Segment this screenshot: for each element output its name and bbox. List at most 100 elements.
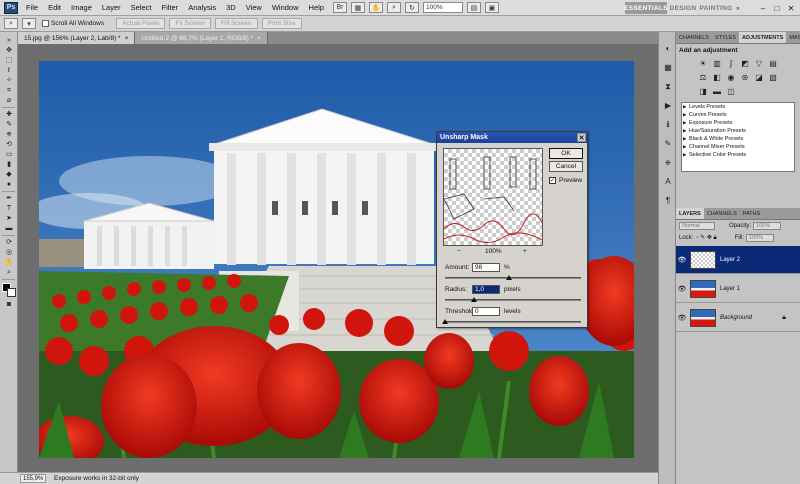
3d-orbit-icon[interactable]: ◎ [2,248,16,257]
opacity-input[interactable]: 100% [753,222,782,230]
preview-option[interactable]: ✓ Preview [549,177,582,184]
path-selection-icon[interactable]: ➤ [2,214,16,223]
pen-tool-icon[interactable]: ✒ [2,194,16,203]
paragraph-panel-icon[interactable]: ¶ [662,196,674,207]
ok-button[interactable]: OK [549,148,583,159]
hand-tool-icon[interactable]: ✋ [2,258,16,267]
menu-layer[interactable]: Layer [97,3,126,12]
layer-row-layer-2[interactable]: 👁︎ Layer 2 [676,246,800,274]
threshold-slider[interactable] [442,319,581,324]
curves-icon[interactable]: ∫ [726,59,736,69]
amount-slider-handle[interactable] [505,275,512,280]
exposure-icon[interactable]: ◩ [740,59,750,69]
channel-mixer-icon[interactable]: ⊛ [740,73,750,83]
background-color[interactable] [7,288,16,297]
tab-masks[interactable]: MASKS [786,32,800,43]
tool-preset-icon[interactable]: ▾ [22,18,36,29]
actual-pixels-button[interactable]: Actual Pixels [116,18,166,29]
dodge-tool-icon[interactable]: ● [2,180,16,189]
threshold-slider-handle[interactable] [442,319,448,324]
fill-screen-button[interactable]: Fill Screen [214,18,258,29]
menu-help[interactable]: Help [304,3,329,12]
marquee-tool-icon[interactable]: ⬚ [2,56,16,65]
fill-input[interactable]: 100% [746,234,775,242]
vibrance-icon[interactable]: ▽ [754,59,764,69]
photo-filter-icon[interactable]: ◉ [726,73,736,83]
tab-styles[interactable]: STYLES [712,32,739,43]
tab-document-2[interactable]: Untitled-2 @ 66,7% (Layer 1, RGB/8) * × [135,32,268,44]
preset-item[interactable]: Hue/Saturation Presets [682,127,794,135]
zoom-level-select[interactable]: 100% [422,2,463,13]
threshold-input[interactable]: 0 [472,307,500,316]
menu-3d[interactable]: 3D [221,3,241,12]
3d-rotate-icon[interactable]: ⟳ [2,238,16,247]
menu-select[interactable]: Select [126,3,157,12]
minimize-icon[interactable]: – [758,3,768,13]
cancel-button[interactable]: Cancel [549,161,583,172]
radius-slider[interactable] [445,297,581,302]
history-panel-icon[interactable]: ⧗ [662,82,674,93]
type-tool-icon[interactable]: T [2,204,16,213]
hue-saturation-icon[interactable]: ▤ [768,59,778,69]
clone-source-icon[interactable]: ⎈ [662,158,674,169]
tab-channels[interactable]: CHANNELS [676,32,712,43]
close-icon[interactable]: ✕ [786,3,796,13]
blur-tool-icon[interactable]: ◆ [2,170,16,179]
lasso-tool-icon[interactable]: ℓ [2,66,16,75]
tab-paths[interactable]: PATHS [740,208,764,219]
info-panel-icon[interactable]: ℹ [662,120,674,131]
bridge-icon[interactable]: Br [332,2,347,13]
color-balance-icon[interactable]: ⚖ [698,73,708,83]
menu-file[interactable]: File [21,3,43,12]
zoom-in-button[interactable]: + [523,248,527,255]
preset-item[interactable]: Curves Presets [682,111,794,119]
brushes-panel-icon[interactable]: ✎ [662,139,674,150]
layer-row-layer-1[interactable]: 👁︎ Layer 1 [676,275,800,303]
gradient-icon[interactable]: ▮ [2,160,16,169]
menu-analysis[interactable]: Analysis [183,3,221,12]
workspace-essentials[interactable]: ESSENTIALS [624,2,668,14]
status-zoom-field[interactable]: 155,9% [20,474,46,483]
menu-image[interactable]: Image [66,3,97,12]
preset-item[interactable]: Black & White Presets [682,135,794,143]
invert-icon[interactable]: ◪ [754,73,764,83]
amount-slider[interactable] [445,275,581,280]
move-tool-icon[interactable]: ✥ [2,46,16,55]
preset-item[interactable]: Selective Color Presets [682,151,794,159]
menu-view[interactable]: View [241,3,267,12]
grid-icon[interactable]: ▦ [350,2,365,13]
preset-item[interactable]: Channel Mixer Presets [682,143,794,151]
filter-preview[interactable] [443,148,543,246]
actions-panel-icon[interactable]: ▶ [662,101,674,112]
brightness-contrast-icon[interactable]: ☀ [698,59,708,69]
color-panel-icon[interactable]: ◐ [662,44,674,55]
tab-layers[interactable]: LAYERS [676,208,704,219]
quick-mask-icon[interactable]: ◙ [2,300,16,309]
black-white-icon[interactable]: ◧ [712,73,722,83]
restore-icon[interactable]: □ [772,3,782,13]
layer-row-background[interactable]: 👁︎ Background 🔒︎ [676,304,800,332]
scroll-all-checkbox[interactable] [42,20,49,27]
fit-screen-button[interactable]: Fit Screen [169,18,211,29]
print-size-button[interactable]: Print Size [261,18,302,29]
visibility-eye-icon[interactable]: 👁︎ [676,314,688,322]
workspace-painting[interactable]: PAINTING [700,2,733,14]
rotate-icon[interactable]: ↻ [404,2,419,13]
gradient-map-icon[interactable]: ▬ [712,87,722,97]
visibility-eye-icon[interactable]: 👁︎ [676,256,688,264]
dialog-title-bar[interactable]: Unsharp Mask ✕ [437,132,587,143]
scroll-all-windows-option[interactable]: Scroll All Windows [42,20,104,27]
swatches-panel-icon[interactable]: ▦ [662,63,674,74]
preview-checkbox[interactable]: ✓ [549,177,556,184]
levels-icon[interactable]: ▥ [712,59,722,69]
color-swatches[interactable] [2,283,16,297]
preset-item[interactable]: Exposure Presets [682,119,794,127]
blend-mode-select[interactable]: Normal [679,222,715,230]
shape-tool-icon[interactable]: ▬ [2,224,16,233]
workspace-more[interactable]: » [733,2,743,14]
menu-edit[interactable]: Edit [43,3,66,12]
eyedropper-icon[interactable]: ⌀ [2,96,16,105]
lock-pixels-icon[interactable]: ▫ ✎ ✥ 🔒︎ [696,234,716,242]
eraser-icon[interactable]: ▭ [2,150,16,159]
screen-mode-icon[interactable]: ▣ [484,2,499,13]
